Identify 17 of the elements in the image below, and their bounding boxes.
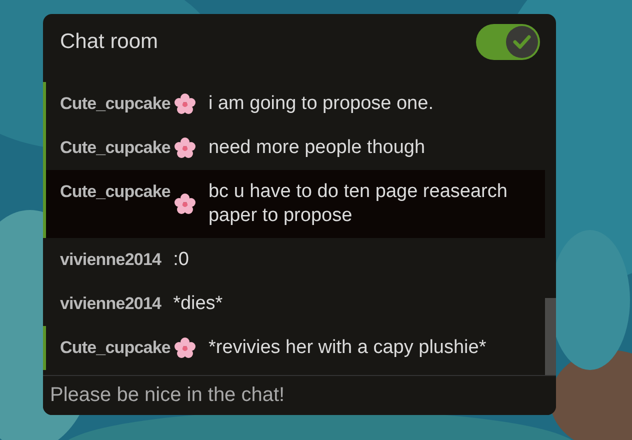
username: Cute_cupcake (60, 93, 170, 115)
message-text: *revivies her with a capy plushie* (208, 336, 488, 360)
message-text: bc u have to do ten page reasearch paper to propose (208, 180, 508, 228)
username: Cute_cupcake (60, 181, 170, 203)
chat-input[interactable]: Please be nice in the chat! (43, 375, 556, 415)
message-text: i am going to propose one. (208, 92, 434, 116)
check-icon (513, 35, 531, 49)
toggle-switch[interactable] (476, 24, 540, 60)
username: Cute_cupcake (60, 337, 170, 359)
username: vivienne2014 (60, 293, 162, 315)
scrollbar-thumb[interactable] (545, 298, 556, 375)
message-text: :0 (173, 248, 190, 272)
panel-title: Chat room (60, 29, 158, 56)
message-text: need more people though (208, 136, 426, 160)
username: Cute_cupcake (60, 137, 170, 159)
message-text: *dies* (173, 292, 224, 316)
username: vivienne2014 (60, 249, 162, 271)
